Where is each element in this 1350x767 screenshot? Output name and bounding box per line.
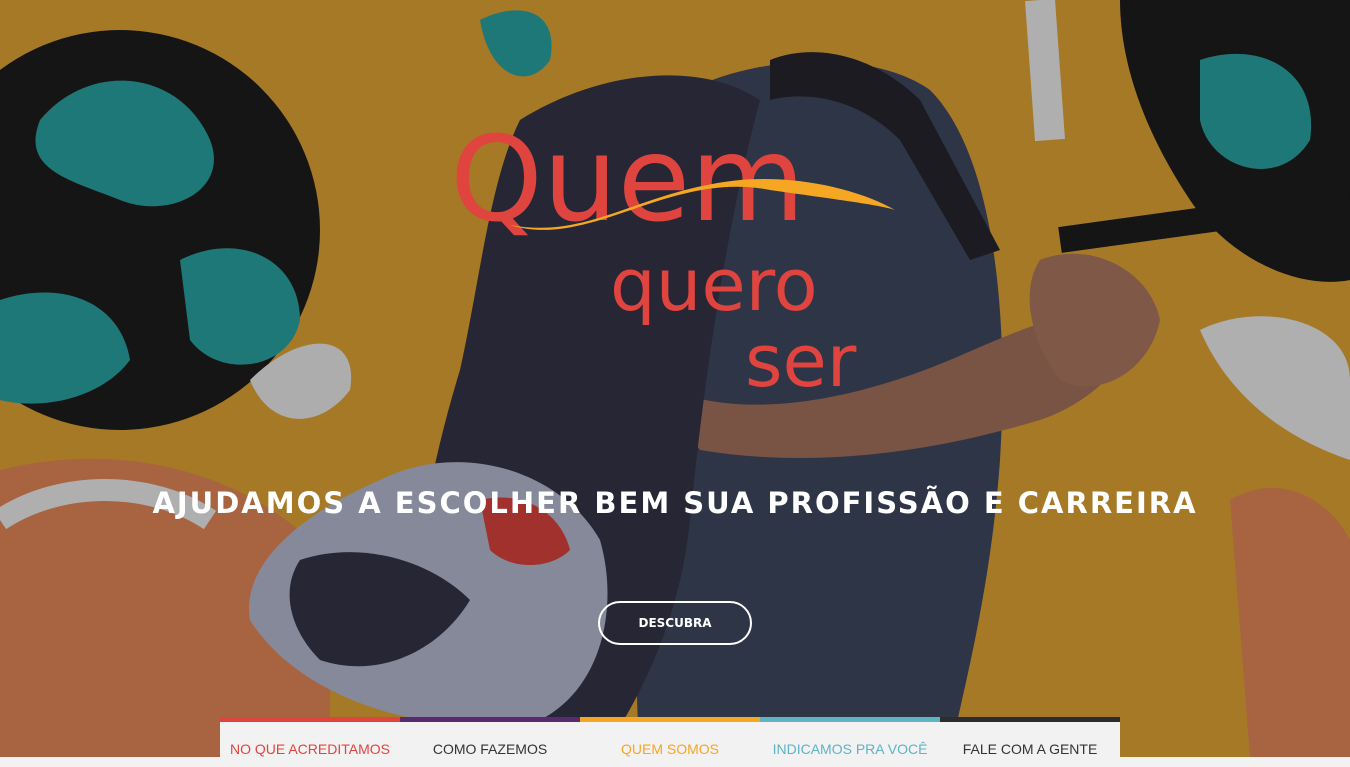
discover-button[interactable]: DESCUBRA (598, 601, 752, 645)
logo-word-quem: Quem (450, 110, 805, 248)
page-bottom-strip (0, 757, 1350, 767)
logo-word-ser: ser (745, 319, 857, 400)
logo-word-quero: quero (610, 243, 818, 327)
quem-quero-ser-logo: Quem quero ser (450, 110, 895, 400)
hero-headline: AJUDAMOS A ESCOLHER BEM SUA PROFISSÃO E … (152, 486, 1198, 520)
hero-section: Quem quero ser AJUDAMOS A ESCOLHER BEM S… (0, 0, 1350, 757)
